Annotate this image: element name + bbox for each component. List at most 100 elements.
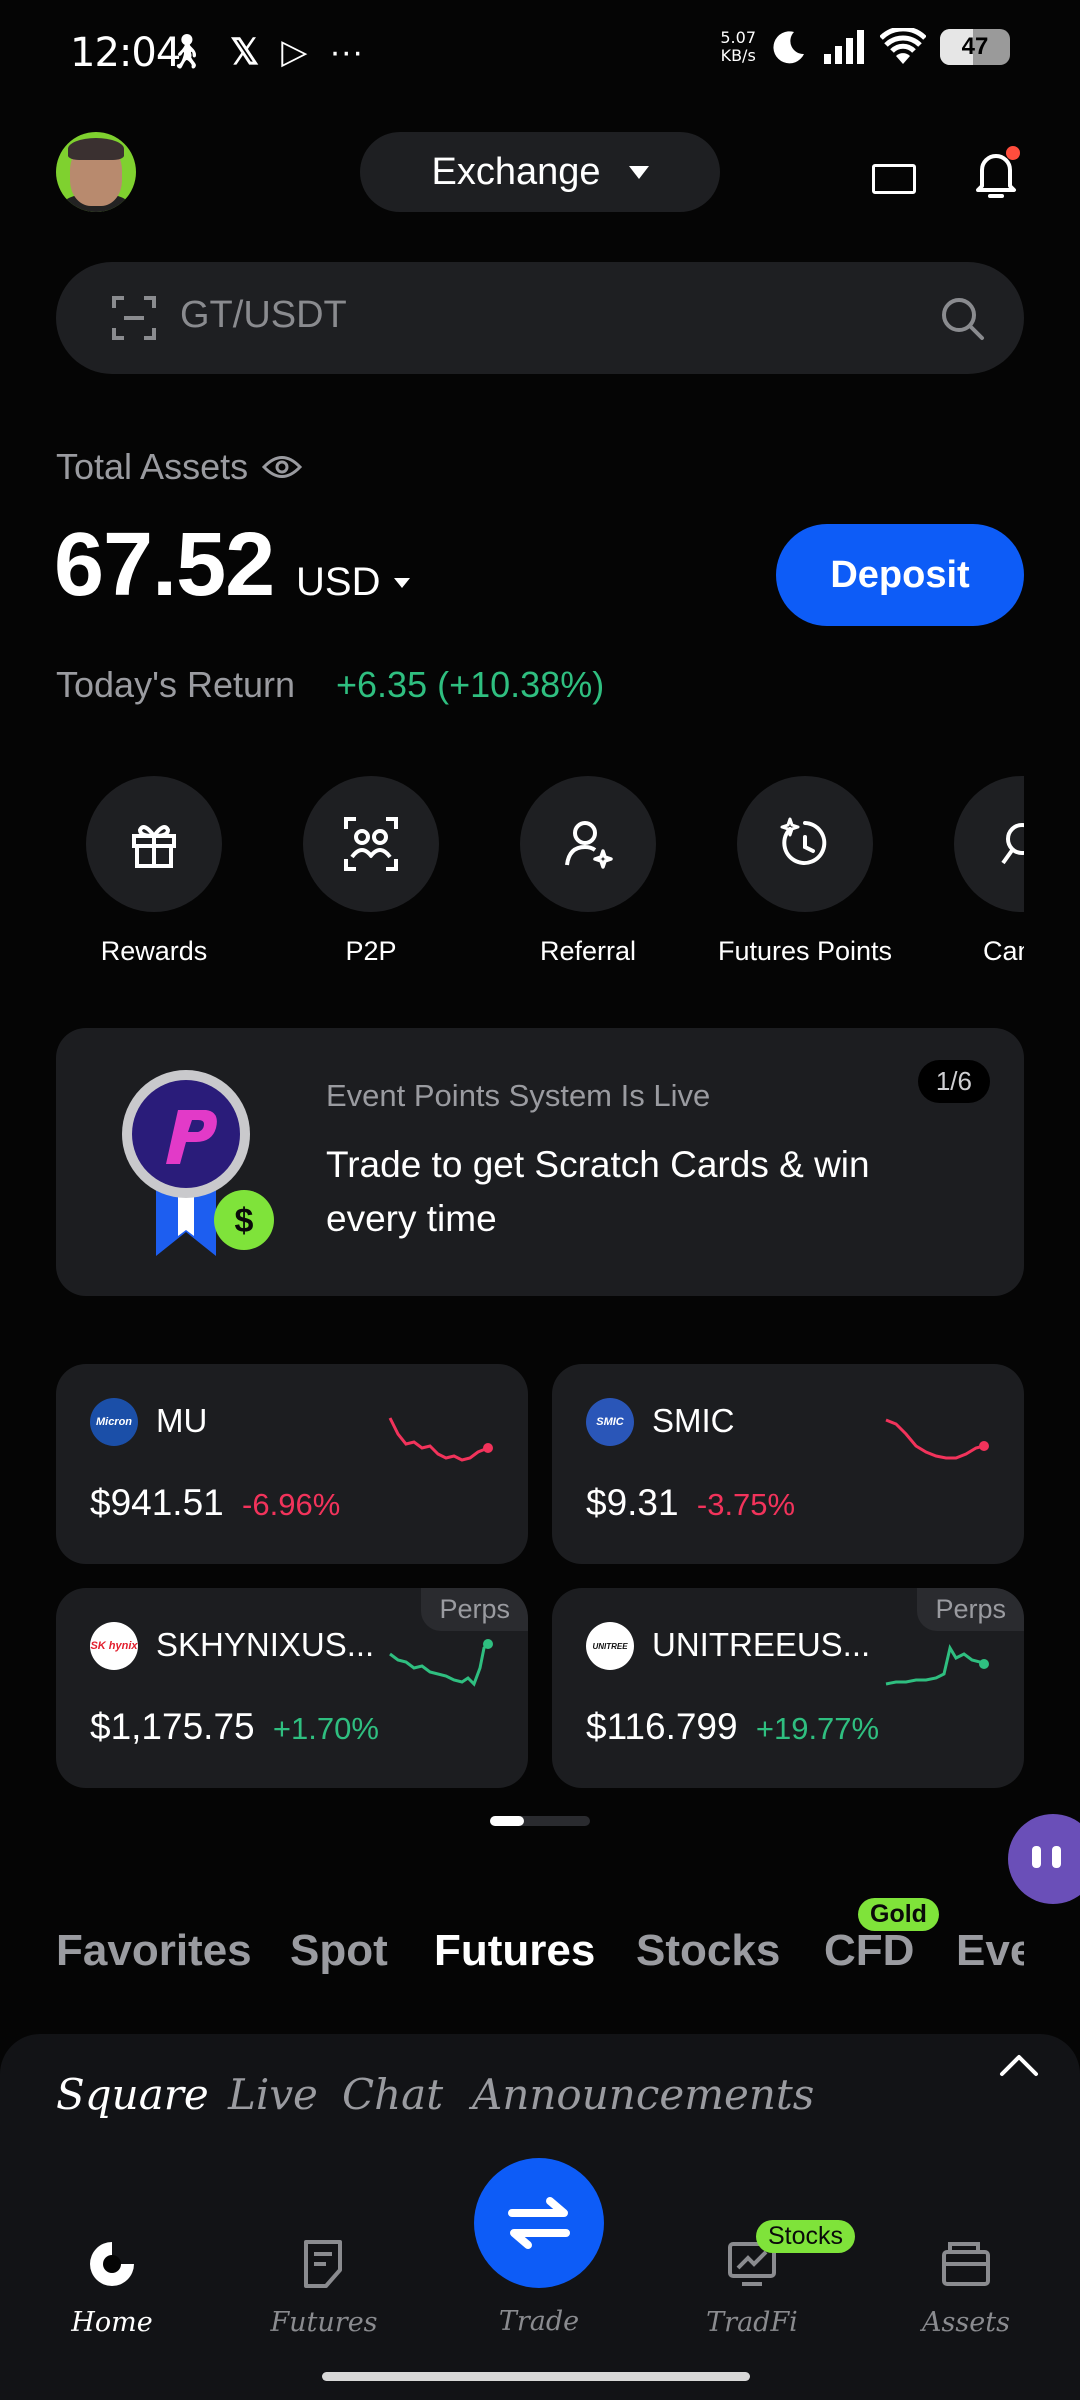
quick-action-label: Referral [539,936,637,966]
total-assets-text: Total Assets [56,446,249,487]
nav-home[interactable]: Home [22,2236,202,2338]
currency-selector[interactable]: USD [296,560,411,605]
tab-chat[interactable]: Chat [342,2070,443,2119]
sparkline-up [389,1639,493,1687]
todays-return-label: Today's Return [56,664,295,705]
tab-announcements[interactable]: Announcements [472,2070,814,2119]
todays-return-value: +6.35 (+10.38%) [336,664,605,705]
status-bar: 12:04 🚶︎ 𝕏 ▷ ··· 5.07 KB/s 47 [0,0,1080,110]
wallet-icon [942,2242,990,2286]
exchange-label: Exchange [431,150,601,193]
quick-action-candy[interactable]: Candy [940,776,1024,967]
total-assets-label: Total Assets [56,446,303,488]
ticker-card-smic[interactable]: SMIC SMIC $9.31 -3.75% [552,1364,1024,1564]
ticker-symbol: MU [156,1402,208,1439]
tab-spot[interactable]: Spot [290,1926,388,1976]
ticker-price: $1,175.75 [90,1706,255,1747]
ticker-price-row: $1,175.75 +1.70% [90,1706,379,1748]
ticker-symbol: SKHYNIXUS... [156,1626,375,1663]
play-icon: ▷ [281,33,308,71]
currency-label: USD [296,560,381,604]
net-speed: 5.07 KB/s [720,29,756,65]
quick-action-p2p[interactable]: P2P [271,776,471,967]
sparkline-up [885,1644,989,1686]
p2p-icon [344,817,398,871]
ticker-change: -6.96% [242,1487,341,1522]
net-speed-unit: KB/s [720,46,756,65]
banner-subtitle: Event Points System Is Live [326,1078,711,1113]
quick-action-rewards[interactable]: Rewards [54,776,254,967]
avatar[interactable] [56,132,136,212]
signal-icon [824,30,864,64]
tab-live[interactable]: Live [228,2070,318,2119]
sparkline-down [885,1418,989,1460]
sk-hynix-logo: SK hynix [90,1622,138,1670]
ticker-price-row: $116.799 +19.77% [586,1706,879,1748]
svg-text:$: $ [235,1202,254,1240]
ticker-change: -3.75% [696,1487,796,1522]
quick-action-label: Rewards [100,936,208,966]
tab-futures[interactable]: Futures [434,1926,595,1976]
x-logo-icon: 𝕏 [230,31,260,72]
wifi-icon [880,28,926,64]
search-icon[interactable] [938,294,988,344]
deposit-button[interactable]: Deposit [776,524,1024,626]
perps-tag: Perps [917,1588,1024,1631]
medal-badge-icon: $ [122,1070,274,1256]
carousel-pager [490,1816,590,1826]
smic-logo: SMIC [586,1398,634,1446]
quick-action-futures-points[interactable]: Futures Points [705,776,905,967]
exchange-selector[interactable]: Exchange [360,132,720,212]
ticker-card-unitree[interactable]: Perps UNITREE UNITREEUS... $116.799 +19.… [552,1588,1024,1788]
banner-page-indicator: 1/6 [917,1060,990,1103]
pager-active-dot [490,1816,524,1826]
eye-icon[interactable] [262,454,303,480]
nav-label: TradFi [706,2307,798,2338]
tab-cfd[interactable]: CFD [824,1926,914,1976]
ticker-price-row: $941.51 -6.96% [90,1482,340,1524]
banner-title: Trade to get Scratch Cards & win every t… [326,1144,870,1239]
nav-label: Home [71,2307,153,2338]
tab-stocks[interactable]: Stocks [636,1926,780,1976]
ticker-symbol: SMIC [652,1402,735,1439]
search-bar[interactable]: GT/USDT [56,262,1024,374]
search-input[interactable]: GT/USDT [180,294,347,337]
screen-icon[interactable] [872,164,916,194]
stocks-badge: Stocks [756,2220,856,2253]
status-notification-icons: 🚶︎ 𝕏 ▷ ··· [165,32,363,72]
nav-trade-label: Trade [498,2306,580,2337]
tab-square[interactable]: Square [56,2070,209,2119]
ticker-card-skhynix[interactable]: Perps SK hynix SKHYNIXUS... $1,175.75 +1… [56,1588,528,1788]
ticker-price: $116.799 [586,1706,738,1747]
quick-action-candy-clip: Candy [940,776,1024,976]
nav-label: Futures [270,2307,378,2338]
quick-action-label: P2P [345,936,397,966]
futures-points-icon [780,817,827,865]
ticker-price-row: $9.31 -3.75% [586,1482,795,1524]
scan-icon[interactable] [112,296,156,340]
tab-favorites[interactable]: Favorites [56,1926,252,1976]
micron-logo: Micron [90,1398,138,1446]
gold-badge: Gold [858,1898,939,1931]
gift-icon [132,825,176,868]
candy-icon [1001,823,1024,865]
perps-tag: Perps [421,1588,528,1631]
floating-assistant-bubble[interactable] [1008,1814,1080,1904]
ticker-symbol: UNITREEUS... [652,1626,871,1663]
nav-assets[interactable]: Assets [876,2236,1056,2338]
tab-events[interactable]: Eve [956,1926,1024,1976]
chevron-up-icon[interactable] [998,2044,1040,2086]
promo-banner[interactable]: $ Event Points System Is Live Trade to g… [56,1028,1024,1296]
walking-icon: 🚶︎ [165,33,209,71]
market-tabs: Favorites Spot Futures Stocks CFD Eve [56,1926,1024,1996]
quick-action-label: Candy [982,936,1024,966]
nav-futures[interactable]: Futures [234,2236,414,2338]
trade-button[interactable] [474,2158,604,2288]
moon-icon [773,31,804,64]
quick-action-referral[interactable]: Referral [488,776,688,967]
home-indicator[interactable] [322,2372,750,2381]
nav-label: Assets [922,2307,1010,2338]
caret-down-icon [394,577,411,588]
ticker-card-mu[interactable]: Micron MU $941.51 -6.96% [56,1364,528,1564]
quick-action-label: Futures Points [717,936,893,966]
